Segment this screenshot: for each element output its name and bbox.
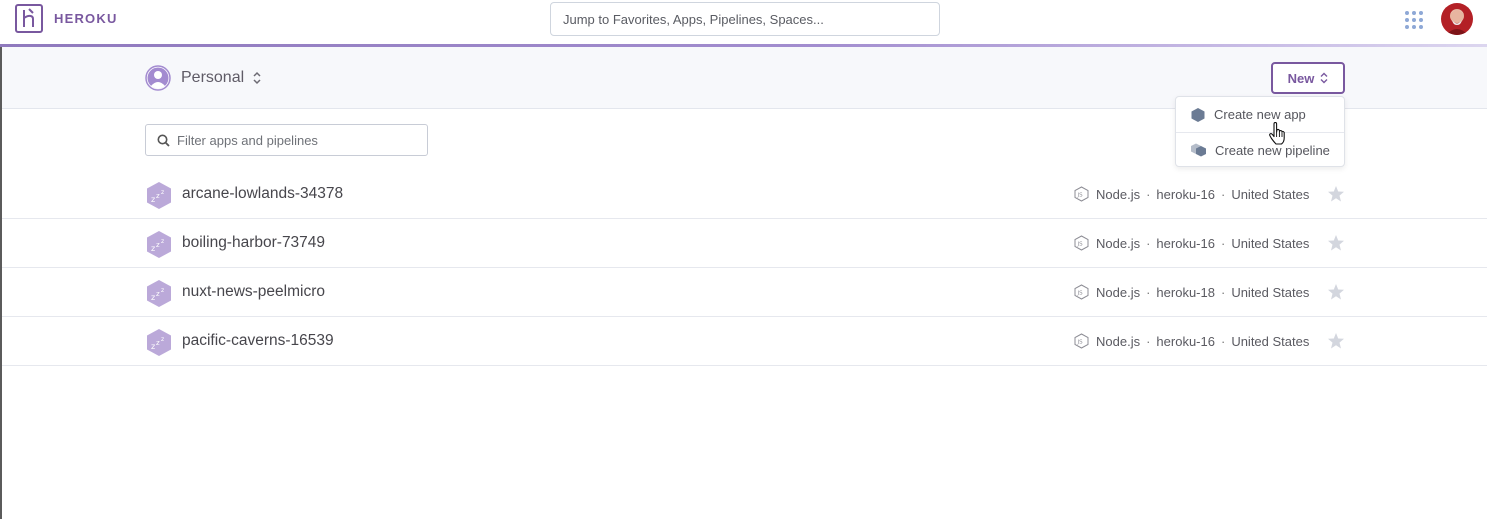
svg-text:JS: JS	[1077, 340, 1084, 346]
favorite-star-icon[interactable]	[1327, 185, 1345, 203]
top-navigation-bar: HEROKU	[0, 0, 1487, 44]
hand-pointer-cursor-icon	[1269, 122, 1285, 145]
account-label: Personal	[181, 69, 245, 86]
nodejs-icon: JS	[1074, 284, 1089, 300]
nodejs-icon: JS	[1074, 186, 1089, 202]
favorite-star-icon[interactable]	[1327, 332, 1345, 350]
svg-text:z: z	[161, 189, 164, 196]
app-region: United States	[1231, 284, 1310, 300]
separator: ·	[1146, 284, 1151, 300]
user-avatar[interactable]	[1441, 3, 1473, 35]
app-list: z z z arcane-lowlands-34378 JS Node.js ·…	[0, 170, 1487, 366]
menu-item-create-new-pipeline[interactable]: Create new pipeline	[1176, 132, 1344, 167]
filter-box	[145, 124, 428, 156]
app-name[interactable]: pacific-caverns-16539	[182, 332, 334, 350]
app-hexagon-icon	[1191, 107, 1205, 122]
chevron-up-down-icon	[1320, 72, 1328, 84]
app-row[interactable]: z z z boiling-harbor-73749 JS Node.js · …	[0, 219, 1487, 268]
menu-item-create-new-app[interactable]: Create new app	[1176, 97, 1344, 132]
app-row[interactable]: z z z arcane-lowlands-34378 JS Node.js ·…	[0, 170, 1487, 219]
favorite-star-icon[interactable]	[1327, 234, 1345, 252]
svg-text:z: z	[156, 241, 160, 249]
user-silhouette-icon	[145, 65, 171, 91]
app-name[interactable]: boiling-harbor-73749	[182, 234, 325, 252]
global-search-input[interactable]	[550, 2, 940, 36]
brand-name: HEROKU	[54, 11, 118, 26]
separator: ·	[1220, 186, 1226, 202]
separator: ·	[1146, 333, 1151, 349]
app-row[interactable]: z z z nuxt-news-peelmicro JS Node.js · h…	[0, 268, 1487, 317]
sleeping-app-icon: z z z	[147, 329, 171, 356]
app-row[interactable]: z z z pacific-caverns-16539 JS Node.js ·…	[0, 317, 1487, 366]
svg-text:JS: JS	[1077, 193, 1084, 199]
svg-text:z: z	[151, 195, 155, 204]
favorite-star-icon[interactable]	[1327, 283, 1345, 301]
app-language: Node.js	[1096, 235, 1141, 251]
svg-text:z: z	[161, 287, 164, 294]
apps-grid-icon[interactable]	[1404, 10, 1424, 30]
chevron-up-down-icon	[253, 71, 261, 85]
search-icon	[157, 134, 170, 147]
svg-text:z: z	[161, 238, 164, 245]
svg-text:z: z	[151, 244, 155, 253]
new-button-label: New	[1287, 70, 1315, 86]
app-stack: heroku-16	[1156, 235, 1215, 251]
svg-text:z: z	[151, 293, 155, 302]
app-stack: heroku-16	[1156, 186, 1215, 202]
separator: ·	[1146, 235, 1151, 251]
app-language: Node.js	[1096, 333, 1141, 349]
app-meta: JS Node.js · heroku-16 · United States	[1074, 235, 1309, 251]
nodejs-icon: JS	[1074, 333, 1089, 349]
app-name[interactable]: arcane-lowlands-34378	[182, 185, 343, 203]
avatar-image	[1441, 3, 1473, 35]
app-meta: JS Node.js · heroku-16 · United States	[1074, 186, 1309, 202]
nodejs-icon: JS	[1074, 235, 1089, 251]
svg-text:z: z	[156, 339, 160, 347]
svg-text:z: z	[156, 290, 160, 298]
new-button[interactable]: New	[1271, 62, 1345, 94]
app-stack: heroku-16	[1156, 333, 1215, 349]
app-language: Node.js	[1096, 284, 1141, 300]
sleeping-app-icon: z z z	[147, 280, 171, 307]
sleeping-app-icon: z z z	[147, 231, 171, 258]
app-region: United States	[1231, 235, 1310, 251]
separator: ·	[1220, 284, 1226, 300]
window-left-edge	[0, 47, 2, 519]
app-stack: heroku-18	[1156, 284, 1215, 300]
svg-text:JS: JS	[1077, 291, 1084, 297]
separator: ·	[1146, 186, 1151, 202]
heroku-logo[interactable]: HEROKU	[15, 4, 118, 33]
svg-text:JS: JS	[1077, 242, 1084, 248]
app-language: Node.js	[1096, 186, 1141, 202]
svg-text:z: z	[156, 192, 160, 200]
svg-text:z: z	[151, 342, 155, 351]
heroku-logo-icon	[15, 4, 43, 33]
pipeline-icon	[1191, 143, 1206, 157]
app-name[interactable]: nuxt-news-peelmicro	[182, 283, 325, 301]
separator: ·	[1220, 333, 1226, 349]
new-dropdown-menu: Create new app Create new pipeline	[1175, 96, 1345, 167]
account-switcher[interactable]: Personal	[145, 65, 262, 91]
menu-item-label: Create new app	[1214, 107, 1306, 122]
separator: ·	[1220, 235, 1226, 251]
app-meta: JS Node.js · heroku-16 · United States	[1074, 333, 1309, 349]
filter-apps-input[interactable]	[177, 132, 417, 148]
app-region: United States	[1231, 333, 1310, 349]
sleeping-app-icon: z z z	[147, 182, 171, 209]
app-meta: JS Node.js · heroku-18 · United States	[1074, 284, 1309, 300]
svg-text:z: z	[161, 336, 164, 343]
app-region: United States	[1231, 186, 1310, 202]
